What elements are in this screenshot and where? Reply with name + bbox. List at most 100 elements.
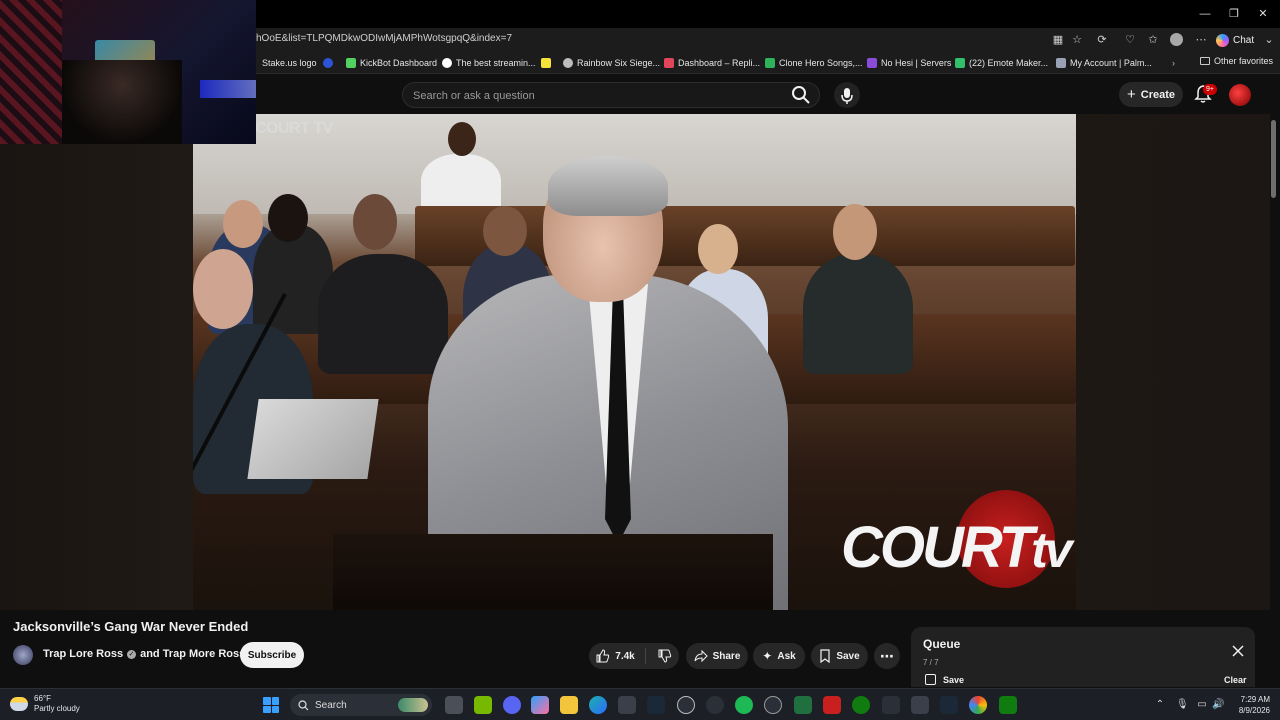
taskbar-search[interactable]: Search <box>290 694 432 716</box>
xbox-app-icon[interactable] <box>999 696 1017 714</box>
more-menu-icon[interactable]: ⋯ <box>1194 33 1208 47</box>
search-box[interactable] <box>402 82 820 108</box>
gallery-head <box>698 224 738 274</box>
network-icon[interactable]: ▭ <box>1196 699 1208 711</box>
queue-panel: Queue 7 / 7 Save Clear <box>911 627 1255 687</box>
bookmark-emote-maker[interactable]: (22) Emote Maker... <box>955 56 1048 70</box>
courttv-logo-text: COURT <box>841 515 1034 580</box>
plus-icon: + <box>1126 86 1136 103</box>
bookmark-r[interactable] <box>323 56 333 70</box>
queue-clear-button[interactable]: Clear <box>1224 675 1247 685</box>
like-dislike-group: 7.4k <box>589 643 679 669</box>
video-player[interactable]: COURT TV COURTtv <box>193 114 1076 610</box>
bookmark-label: Stake.us logo <box>262 58 317 68</box>
edge-icon[interactable] <box>589 696 607 714</box>
save-button[interactable]: Save <box>811 643 868 669</box>
browser-essentials-icon[interactable]: ♡ <box>1123 33 1137 47</box>
sheets-icon <box>765 58 775 68</box>
bookmark-label: Dashboard – Repli... <box>678 58 761 68</box>
system-clock[interactable]: 7:29 AM 8/9/2026 <box>1228 694 1270 716</box>
copilot-chat-button[interactable]: Chat <box>1216 31 1254 49</box>
channel-name[interactable]: Trap Lore Ross <box>43 648 123 660</box>
url-text[interactable]: hOoE&list=TLPQMDkwODIwMjAMPhWotsgpqQ&ind… <box>256 33 512 44</box>
gallery-head <box>483 206 527 256</box>
tray-overflow-chevron-icon[interactable]: ⌃ <box>1154 699 1166 711</box>
app-available-icon[interactable]: ▦ <box>1051 33 1065 47</box>
bookmark-label: My Account | Palm... <box>1070 58 1152 68</box>
bookmark-yellow[interactable] <box>541 56 551 70</box>
bookmark-label: (22) Emote Maker... <box>969 58 1049 68</box>
share-button[interactable]: Share <box>686 643 748 669</box>
minimize-button[interactable]: — <box>1190 6 1220 22</box>
nvidia-icon[interactable] <box>474 696 492 714</box>
sparkle-icon: ✦ <box>762 649 773 663</box>
app-icon[interactable] <box>677 696 695 714</box>
file-explorer-icon[interactable] <box>560 696 578 714</box>
settings-gear-icon[interactable] <box>706 696 724 714</box>
bookmark-kickbot[interactable]: KickBot Dashboard <box>346 56 437 70</box>
favorite-star-icon[interactable]: ☆ <box>1070 33 1084 47</box>
red-app-icon[interactable] <box>823 696 841 714</box>
subscribe-button[interactable]: Subscribe <box>240 642 304 668</box>
account-avatar[interactable] <box>1229 84 1251 106</box>
bookmark-dashboard[interactable]: Dashboard – Repli... <box>664 56 760 70</box>
ask-button[interactable]: ✦ Ask <box>753 643 805 669</box>
discord-icon[interactable] <box>503 696 521 714</box>
profile-icon[interactable] <box>1170 33 1184 47</box>
bookmark-stake[interactable]: Stake.us logo <box>262 56 317 70</box>
gallery-head <box>223 200 263 248</box>
bookmarks-overflow-chevron-icon[interactable]: › <box>1172 56 1175 70</box>
bookmark-streaming[interactable]: The best streamin... <box>442 56 536 70</box>
page-scrollbar-track[interactable] <box>1270 114 1280 688</box>
b-app-icon[interactable] <box>794 696 812 714</box>
close-icon[interactable] <box>1230 643 1246 659</box>
4k-downloader-icon[interactable] <box>764 696 782 714</box>
channel-suffix[interactable]: and Trap More Ross <box>140 648 245 660</box>
store-icon[interactable] <box>618 696 636 714</box>
steam-icon[interactable] <box>647 696 665 714</box>
dislike-button[interactable] <box>658 649 672 663</box>
chrome-icon[interactable] <box>969 696 987 714</box>
bookmark-label: KickBot Dashboard <box>360 58 438 68</box>
microphone-icon[interactable] <box>834 82 860 108</box>
volume-icon[interactable]: 🔊 <box>1212 699 1224 711</box>
bookmark-label: No Hesi | Servers <box>881 58 952 68</box>
folder-icon <box>1200 57 1210 65</box>
gallery-head <box>268 194 308 242</box>
task-view-icon[interactable] <box>445 696 463 714</box>
channel-avatar[interactable] <box>13 645 33 665</box>
search-icon[interactable] <box>790 84 814 106</box>
more-actions-icon[interactable]: ⋯ <box>874 643 900 669</box>
microphone-tray-icon[interactable]: 🎙 <box>1176 699 1189 711</box>
gallery-head <box>833 204 877 260</box>
spotify-icon[interactable] <box>735 696 753 714</box>
steam-helper-icon[interactable] <box>940 696 958 714</box>
page-scrollbar-thumb[interactable] <box>1271 120 1276 198</box>
weather-widget[interactable]: 66°F Partly cloudy <box>10 694 80 714</box>
bookmark-my-account[interactable]: My Account | Palm... <box>1056 56 1152 70</box>
create-button[interactable]: + Create <box>1119 82 1183 107</box>
bookmark-clone-hero[interactable]: Clone Hero Songs,... <box>765 56 863 70</box>
bookmark-rainbow-six[interactable]: Rainbow Six Siege... <box>563 56 660 70</box>
capcut-icon[interactable] <box>882 696 900 714</box>
like-button[interactable]: 7.4k <box>596 649 635 663</box>
rainbow-six-icon <box>563 58 573 68</box>
emote-maker-icon <box>955 58 965 68</box>
windows-start-icon[interactable] <box>263 697 279 713</box>
webcam-person <box>62 60 182 144</box>
g-app-icon[interactable] <box>911 696 929 714</box>
xbox-icon[interactable] <box>852 696 870 714</box>
copilot-app-icon[interactable] <box>531 696 549 714</box>
queue-save-button[interactable]: Save <box>925 674 964 685</box>
other-favorites-label: Other favorites <box>1214 56 1274 66</box>
extension-icon[interactable]: ⟳ <box>1095 33 1109 47</box>
favorites-icon[interactable]: ✩ <box>1146 33 1160 47</box>
close-window-button[interactable]: ✕ <box>1248 6 1278 22</box>
streaming-icon <box>442 58 452 68</box>
restore-button[interactable]: ❐ <box>1219 6 1249 22</box>
search-input[interactable] <box>413 87 783 104</box>
bookmark-no-hesi[interactable]: No Hesi | Servers <box>867 56 951 70</box>
channel-name-row[interactable]: Trap Lore Ross ✓ and Trap More Ross <box>43 648 245 660</box>
other-favorites[interactable]: Other favorites <box>1200 56 1273 66</box>
sidebar-toggle-icon[interactable]: ⌄ <box>1262 33 1276 47</box>
